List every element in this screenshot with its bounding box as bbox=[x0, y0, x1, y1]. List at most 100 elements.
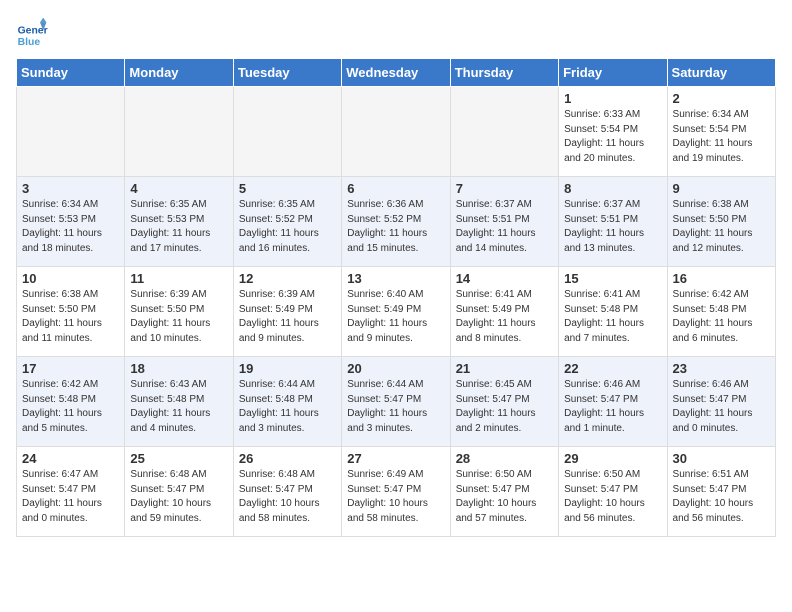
day-number: 15 bbox=[564, 271, 661, 286]
calendar-cell: 14 Sunrise: 6:41 AM Sunset: 5:49 PM Dayli… bbox=[450, 267, 558, 357]
day-info: Sunrise: 6:43 AM Sunset: 5:48 PM Dayligh… bbox=[130, 378, 227, 436]
calendar-cell: 13 Sunrise: 6:40 AM Sunset: 5:49 PM Dayli… bbox=[342, 267, 450, 357]
logo-icon: General Blue bbox=[16, 16, 48, 48]
day-info: Sunrise: 6:48 AM Sunset: 5:47 PM Dayligh… bbox=[130, 468, 227, 526]
day-number: 23 bbox=[673, 361, 770, 376]
day-info: Sunrise: 6:39 AM Sunset: 5:49 PM Dayligh… bbox=[239, 288, 336, 346]
day-number: 3 bbox=[22, 181, 119, 196]
calendar-body: 1 Sunrise: 6:33 AM Sunset: 5:54 PM Daylig… bbox=[17, 87, 776, 537]
day-info: Sunrise: 6:42 AM Sunset: 5:48 PM Dayligh… bbox=[673, 288, 770, 346]
weekday-header-row: SundayMondayTuesdayWednesdayThursdayFrid… bbox=[17, 59, 776, 87]
day-info: Sunrise: 6:44 AM Sunset: 5:48 PM Dayligh… bbox=[239, 378, 336, 436]
day-info: Sunrise: 6:42 AM Sunset: 5:48 PM Dayligh… bbox=[22, 378, 119, 436]
day-number: 20 bbox=[347, 361, 444, 376]
calendar-cell: 30 Sunrise: 6:51 AM Sunset: 5:47 PM Dayli… bbox=[667, 447, 775, 537]
weekday-header-saturday: Saturday bbox=[667, 59, 775, 87]
day-info: Sunrise: 6:49 AM Sunset: 5:47 PM Dayligh… bbox=[347, 468, 444, 526]
weekday-header-friday: Friday bbox=[559, 59, 667, 87]
day-number: 16 bbox=[673, 271, 770, 286]
calendar-cell: 1 Sunrise: 6:33 AM Sunset: 5:54 PM Daylig… bbox=[559, 87, 667, 177]
calendar-cell: 15Sunrise: 6:41 AM Sunset: 5:48 PM Dayli… bbox=[559, 267, 667, 357]
day-info: Sunrise: 6:34 AM Sunset: 5:54 PM Dayligh… bbox=[673, 108, 770, 166]
calendar-cell: 19Sunrise: 6:44 AM Sunset: 5:48 PM Dayli… bbox=[233, 357, 341, 447]
calendar-cell: 16 Sunrise: 6:42 AM Sunset: 5:48 PM Dayli… bbox=[667, 267, 775, 357]
day-info: Sunrise: 6:47 AM Sunset: 5:47 PM Dayligh… bbox=[22, 468, 119, 526]
weekday-header-sunday: Sunday bbox=[17, 59, 125, 87]
day-number: 8 bbox=[564, 181, 661, 196]
calendar-cell: 8 Sunrise: 6:37 AM Sunset: 5:51 PM Daylig… bbox=[559, 177, 667, 267]
day-number: 27 bbox=[347, 451, 444, 466]
calendar-cell: 17 Sunrise: 6:42 AM Sunset: 5:48 PM Dayli… bbox=[17, 357, 125, 447]
weekday-header-wednesday: Wednesday bbox=[342, 59, 450, 87]
day-number: 12 bbox=[239, 271, 336, 286]
day-info: Sunrise: 6:35 AM Sunset: 5:53 PM Dayligh… bbox=[130, 198, 227, 256]
day-number: 13 bbox=[347, 271, 444, 286]
day-info: Sunrise: 6:50 AM Sunset: 5:47 PM Dayligh… bbox=[564, 468, 661, 526]
calendar-week-1: 1 Sunrise: 6:33 AM Sunset: 5:54 PM Daylig… bbox=[17, 87, 776, 177]
weekday-header-tuesday: Tuesday bbox=[233, 59, 341, 87]
calendar-cell bbox=[125, 87, 233, 177]
calendar-cell: 9 Sunrise: 6:38 AM Sunset: 5:50 PM Daylig… bbox=[667, 177, 775, 267]
calendar-cell: 11 Sunrise: 6:39 AM Sunset: 5:50 PM Dayli… bbox=[125, 267, 233, 357]
logo: General Blue bbox=[16, 16, 48, 48]
day-info: Sunrise: 6:46 AM Sunset: 5:47 PM Dayligh… bbox=[673, 378, 770, 436]
calendar-cell: 21 Sunrise: 6:45 AM Sunset: 5:47 PM Dayli… bbox=[450, 357, 558, 447]
calendar-cell: 7 Sunrise: 6:37 AM Sunset: 5:51 PM Daylig… bbox=[450, 177, 558, 267]
day-number: 18 bbox=[130, 361, 227, 376]
calendar-cell: 12 Sunrise: 6:39 AM Sunset: 5:49 PM Dayli… bbox=[233, 267, 341, 357]
calendar-table: SundayMondayTuesdayWednesdayThursdayFrid… bbox=[16, 58, 776, 537]
calendar-week-3: 10 Sunrise: 6:38 AM Sunset: 5:50 PM Dayli… bbox=[17, 267, 776, 357]
weekday-header-monday: Monday bbox=[125, 59, 233, 87]
calendar-cell: 24 Sunrise: 6:47 AM Sunset: 5:47 PM Dayli… bbox=[17, 447, 125, 537]
day-number: 10 bbox=[22, 271, 119, 286]
calendar-cell: 4 Sunrise: 6:35 AM Sunset: 5:53 PM Daylig… bbox=[125, 177, 233, 267]
day-number: 1 bbox=[564, 91, 661, 106]
day-number: 6 bbox=[347, 181, 444, 196]
day-info: Sunrise: 6:51 AM Sunset: 5:47 PM Dayligh… bbox=[673, 468, 770, 526]
page-header: General Blue bbox=[16, 16, 776, 48]
svg-text:Blue: Blue bbox=[18, 37, 41, 48]
day-number: 17 bbox=[22, 361, 119, 376]
calendar-cell bbox=[233, 87, 341, 177]
day-number: 2 bbox=[673, 91, 770, 106]
day-info: Sunrise: 6:35 AM Sunset: 5:52 PM Dayligh… bbox=[239, 198, 336, 256]
day-info: Sunrise: 6:46 AM Sunset: 5:47 PM Dayligh… bbox=[564, 378, 661, 436]
day-number: 7 bbox=[456, 181, 553, 196]
day-number: 24 bbox=[22, 451, 119, 466]
day-info: Sunrise: 6:34 AM Sunset: 5:53 PM Dayligh… bbox=[22, 198, 119, 256]
day-info: Sunrise: 6:38 AM Sunset: 5:50 PM Dayligh… bbox=[673, 198, 770, 256]
day-number: 5 bbox=[239, 181, 336, 196]
day-info: Sunrise: 6:37 AM Sunset: 5:51 PM Dayligh… bbox=[564, 198, 661, 256]
day-info: Sunrise: 6:44 AM Sunset: 5:47 PM Dayligh… bbox=[347, 378, 444, 436]
day-number: 28 bbox=[456, 451, 553, 466]
calendar-week-2: 3 Sunrise: 6:34 AM Sunset: 5:53 PM Daylig… bbox=[17, 177, 776, 267]
day-number: 26 bbox=[239, 451, 336, 466]
day-number: 4 bbox=[130, 181, 227, 196]
day-number: 9 bbox=[673, 181, 770, 196]
day-number: 11 bbox=[130, 271, 227, 286]
day-number: 14 bbox=[456, 271, 553, 286]
day-number: 21 bbox=[456, 361, 553, 376]
day-number: 29 bbox=[564, 451, 661, 466]
day-info: Sunrise: 6:38 AM Sunset: 5:50 PM Dayligh… bbox=[22, 288, 119, 346]
day-number: 25 bbox=[130, 451, 227, 466]
calendar-cell: 3 Sunrise: 6:34 AM Sunset: 5:53 PM Daylig… bbox=[17, 177, 125, 267]
calendar-cell: 25 Sunrise: 6:48 AM Sunset: 5:47 PM Dayli… bbox=[125, 447, 233, 537]
day-info: Sunrise: 6:45 AM Sunset: 5:47 PM Dayligh… bbox=[456, 378, 553, 436]
calendar-cell: 23 Sunrise: 6:46 AM Sunset: 5:47 PM Dayli… bbox=[667, 357, 775, 447]
day-info: Sunrise: 6:48 AM Sunset: 5:47 PM Dayligh… bbox=[239, 468, 336, 526]
day-number: 30 bbox=[673, 451, 770, 466]
day-info: Sunrise: 6:39 AM Sunset: 5:50 PM Dayligh… bbox=[130, 288, 227, 346]
day-info: Sunrise: 6:36 AM Sunset: 5:52 PM Dayligh… bbox=[347, 198, 444, 256]
day-info: Sunrise: 6:37 AM Sunset: 5:51 PM Dayligh… bbox=[456, 198, 553, 256]
calendar-cell: 18 Sunrise: 6:43 AM Sunset: 5:48 PM Dayli… bbox=[125, 357, 233, 447]
day-info: Sunrise: 6:40 AM Sunset: 5:49 PM Dayligh… bbox=[347, 288, 444, 346]
day-info: Sunrise: 6:41 AM Sunset: 5:49 PM Dayligh… bbox=[456, 288, 553, 346]
calendar-cell: 2 Sunrise: 6:34 AM Sunset: 5:54 PM Daylig… bbox=[667, 87, 775, 177]
weekday-header-thursday: Thursday bbox=[450, 59, 558, 87]
calendar-cell: 20 Sunrise: 6:44 AM Sunset: 5:47 PM Dayli… bbox=[342, 357, 450, 447]
calendar-cell: 29 Sunrise: 6:50 AM Sunset: 5:47 PM Dayli… bbox=[559, 447, 667, 537]
calendar-cell: 26 Sunrise: 6:48 AM Sunset: 5:47 PM Dayli… bbox=[233, 447, 341, 537]
calendar-week-5: 24 Sunrise: 6:47 AM Sunset: 5:47 PM Dayli… bbox=[17, 447, 776, 537]
day-info: Sunrise: 6:33 AM Sunset: 5:54 PM Dayligh… bbox=[564, 108, 661, 166]
